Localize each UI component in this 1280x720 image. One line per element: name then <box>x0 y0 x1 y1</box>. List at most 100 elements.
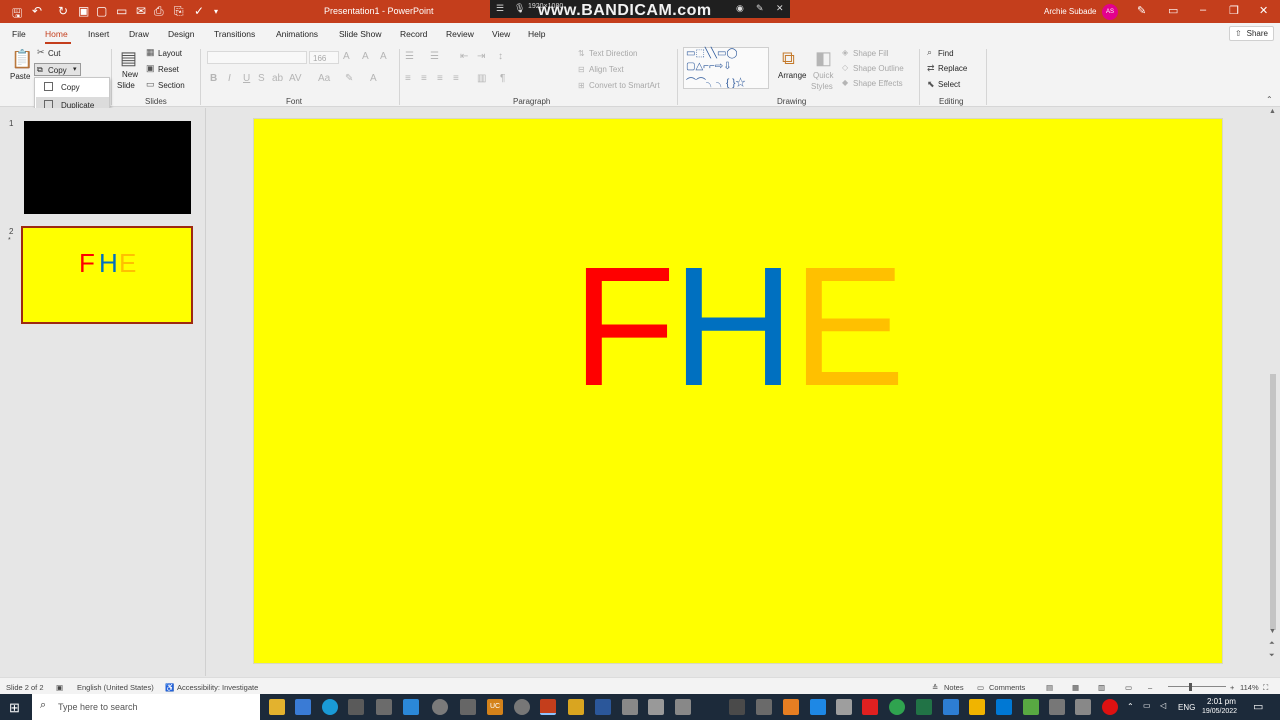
camera-icon[interactable]: ◉ <box>736 3 744 14</box>
select-button[interactable]: Select <box>938 80 960 89</box>
file-explorer-icon[interactable] <box>269 699 285 715</box>
taskbar-search[interactable]: ⌕ Type here to search <box>32 694 260 720</box>
tab-home[interactable]: Home <box>45 29 68 39</box>
text-direction-button[interactable]: Text Direction <box>589 49 637 58</box>
close-icon[interactable]: ✕ <box>1259 4 1268 17</box>
pen-icon[interactable]: ✎ <box>1137 4 1146 17</box>
shape-fill-button[interactable]: Shape Fill <box>853 49 889 58</box>
snip-icon[interactable] <box>348 699 364 715</box>
settings-icon[interactable] <box>432 699 448 715</box>
text-direction-icon[interactable]: ⇅ <box>578 49 585 58</box>
copy-button[interactable]: ⧉ Copy ▾ <box>34 63 81 76</box>
strikethrough-icon[interactable]: ab <box>272 73 283 84</box>
tab-insert[interactable]: Insert <box>88 29 109 39</box>
reset-icon[interactable]: ▣ <box>146 63 155 74</box>
find-icon[interactable]: ⌕ <box>927 47 932 58</box>
increase-font-icon[interactable]: A <box>343 51 350 62</box>
app-icon[interactable] <box>943 699 959 715</box>
clock-date[interactable]: 19/05/2022 <box>1202 708 1237 715</box>
save-icon[interactable]: 🖫 <box>12 4 22 25</box>
volume-icon[interactable]: ◁ <box>1160 701 1166 710</box>
italic-icon[interactable]: I <box>228 73 231 84</box>
undo-icon[interactable]: ↶ <box>32 4 42 18</box>
network-icon[interactable]: ▭ <box>1143 701 1151 710</box>
align-text-icon[interactable]: ⊟ <box>578 65 585 74</box>
tab-review[interactable]: Review <box>446 29 474 39</box>
minimize-icon[interactable]: – <box>1200 4 1206 16</box>
next-slide-icon[interactable]: ⏷ <box>1269 652 1275 660</box>
tab-design[interactable]: Design <box>168 29 194 39</box>
app-icon[interactable] <box>756 699 772 715</box>
cut-label[interactable]: Cut <box>48 49 60 58</box>
edge-icon[interactable] <box>322 699 338 715</box>
font-color-icon[interactable]: A <box>370 73 377 84</box>
app-icon[interactable] <box>729 699 745 715</box>
section-button[interactable]: Section <box>158 81 185 90</box>
slide-letter-e[interactable]: E <box>792 242 905 412</box>
slideshow-icon[interactable]: ▭ <box>1125 683 1132 692</box>
app-icon[interactable] <box>1075 699 1091 715</box>
redo-icon[interactable]: ↻ <box>58 4 68 18</box>
notes-icon[interactable]: ≙ <box>932 683 938 692</box>
zoom-out-icon[interactable]: – <box>1148 683 1152 692</box>
tray-chevron-icon[interactable]: ⌃ <box>1127 702 1134 711</box>
zoom-in-icon[interactable]: + <box>1230 683 1234 692</box>
new-slide-label-2[interactable]: Slide <box>117 81 135 90</box>
columns-icon[interactable]: ▥ <box>477 73 486 84</box>
record-icon[interactable] <box>1102 699 1118 715</box>
shape-fill-icon[interactable]: ◈ <box>842 48 848 57</box>
app-icon[interactable] <box>996 699 1012 715</box>
shape-outline-button[interactable]: Shape Outline <box>853 64 904 73</box>
slide-thumbnail-1[interactable] <box>24 121 191 214</box>
accessibility-icon[interactable]: ♿ <box>165 683 174 692</box>
tab-help[interactable]: Help <box>528 29 545 39</box>
shapes-gallery[interactable]: ▭⬚╲╲▭◯ ▢△⌐⌐⇨⇩ ⌒⌒╮╮{ }☆ <box>683 47 769 89</box>
layout-icon[interactable]: ▦ <box>146 47 155 58</box>
clear-formatting-icon[interactable]: A <box>380 51 387 62</box>
tab-file[interactable]: File <box>12 29 26 39</box>
increase-indent-icon[interactable]: ⇥ <box>477 51 485 62</box>
zoom-slider-thumb[interactable] <box>1189 683 1192 691</box>
align-center-icon[interactable]: ≡ <box>421 73 427 84</box>
numbering-icon[interactable]: ☰ <box>430 51 439 62</box>
app-icon[interactable] <box>460 699 476 715</box>
app-icon[interactable] <box>836 699 852 715</box>
cut-icon[interactable]: ✂ <box>37 47 45 58</box>
scroll-down-icon[interactable]: ▼ <box>1269 628 1276 635</box>
new-file-icon[interactable]: ▢ <box>96 4 107 18</box>
word-icon[interactable] <box>595 699 611 715</box>
mic-icon[interactable]: 🎙 <box>514 3 525 14</box>
arrange-button[interactable]: Arrange <box>778 71 806 80</box>
ltr-icon[interactable]: ¶ <box>500 73 505 84</box>
clock-time[interactable]: 2:01 pm <box>1207 697 1236 706</box>
font-name-box[interactable] <box>207 51 307 64</box>
app-icon[interactable] <box>783 699 799 715</box>
new-slide-label[interactable]: New <box>122 70 138 79</box>
reset-button[interactable]: Reset <box>158 65 179 74</box>
language-status[interactable]: English (United States) <box>77 683 154 692</box>
app-icon[interactable] <box>969 699 985 715</box>
accessibility-status[interactable]: Accessibility: Investigate <box>177 683 258 692</box>
slide-thumbnail-2[interactable]: F H E <box>21 226 193 324</box>
app-icon[interactable] <box>1049 699 1065 715</box>
quick-print-icon[interactable]: ⎘ <box>174 4 184 19</box>
line-spacing-icon[interactable]: ↕ <box>498 51 503 62</box>
email-icon[interactable]: ✉ <box>136 4 146 18</box>
slide-canvas[interactable]: F H E <box>253 118 1223 664</box>
app-icon[interactable] <box>648 699 664 715</box>
from-beginning-icon[interactable]: ▣ <box>78 4 89 18</box>
arrange-icon[interactable]: ⧉ <box>782 48 795 69</box>
section-icon[interactable]: ▭ <box>146 79 155 90</box>
spelling-icon[interactable]: ✓ <box>194 4 204 18</box>
paste-icon[interactable]: 📋 <box>11 49 33 70</box>
quick-styles-label-2[interactable]: Styles <box>811 82 833 91</box>
paste-label[interactable]: Paste <box>10 72 30 81</box>
decrease-font-icon[interactable]: A <box>362 51 369 62</box>
quick-styles-icon[interactable]: ◧ <box>815 48 832 69</box>
scrollbar-thumb[interactable] <box>1270 374 1276 630</box>
print-icon[interactable]: ⎙ <box>154 4 164 19</box>
store-icon[interactable] <box>295 699 311 715</box>
spelling-status-icon[interactable]: ▣ <box>56 683 63 692</box>
layout-button[interactable]: Layout <box>158 49 182 58</box>
app-icon[interactable] <box>568 699 584 715</box>
